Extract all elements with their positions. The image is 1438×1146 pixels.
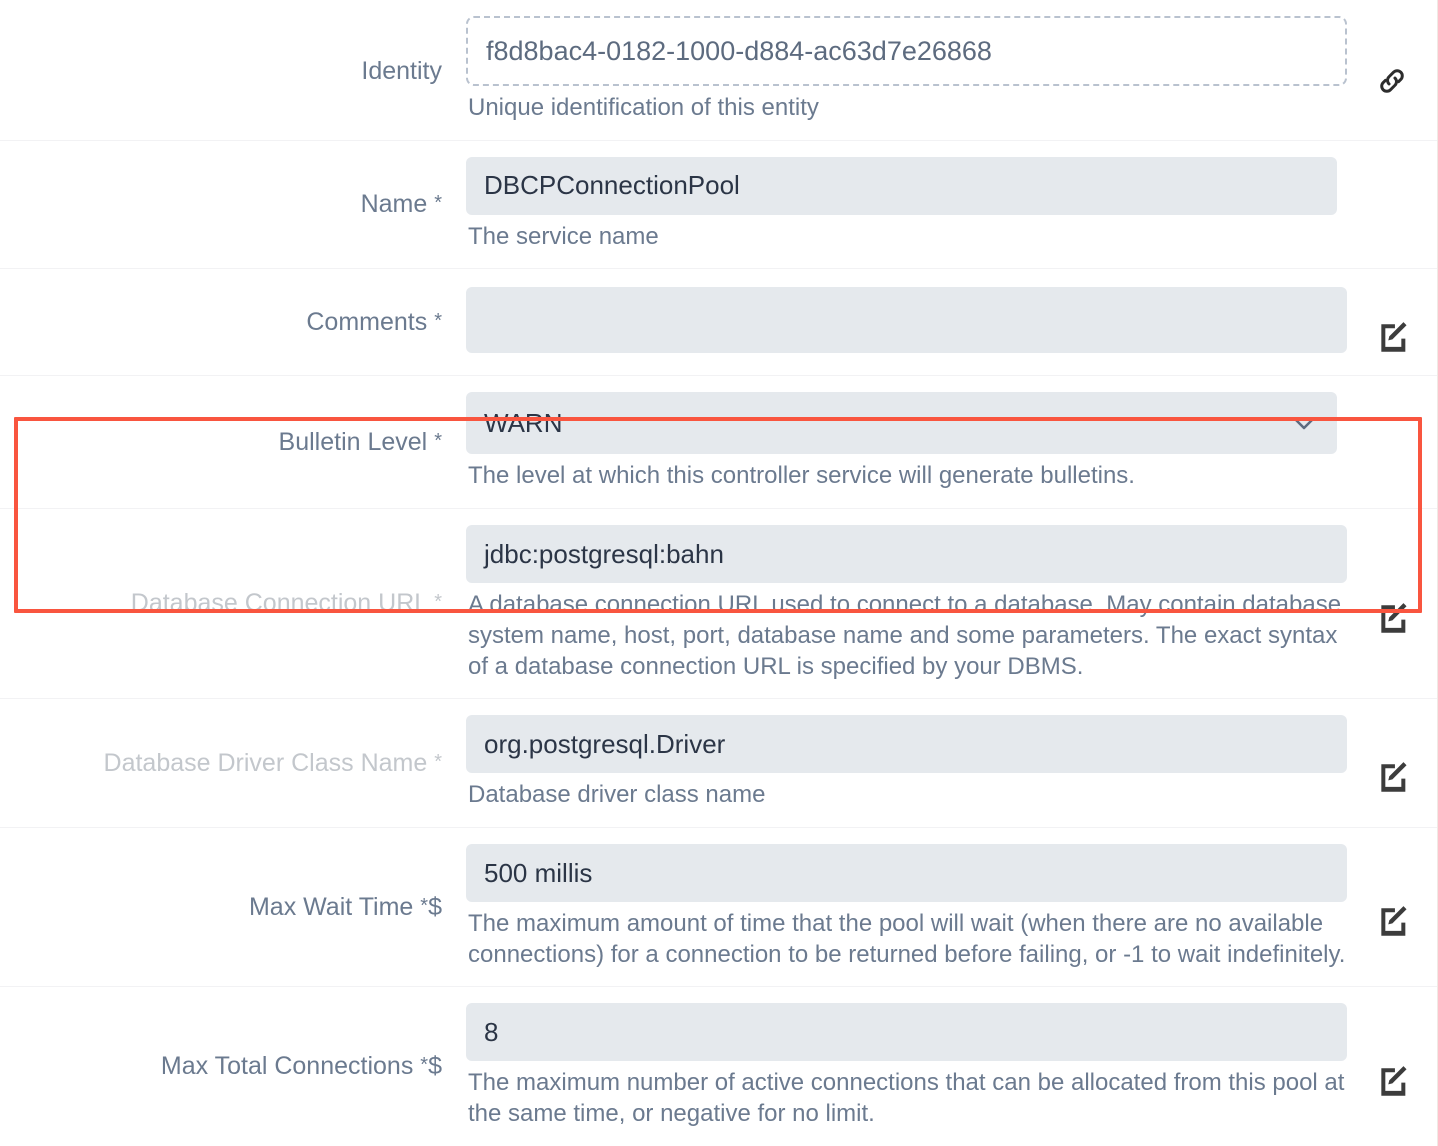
expression-language-marker: $ bbox=[428, 1052, 442, 1081]
property-row-name: Name * DBCPConnectionPool The service name bbox=[0, 140, 1437, 270]
required-marker: * bbox=[434, 591, 442, 614]
input-value: 500 millis bbox=[484, 857, 593, 888]
property-action-cell-name bbox=[1347, 192, 1437, 218]
value-inner: jdbc:postgresql:bahn A database connectio… bbox=[466, 509, 1347, 698]
property-action-cell-bulletin-level bbox=[1347, 429, 1437, 455]
input-value: org.postgresql.Driver bbox=[484, 728, 726, 759]
property-row-identity: Identity f8d8bac4-0182-1000-d884-ac63d7e2… bbox=[0, 0, 1437, 141]
edit-icon[interactable] bbox=[1375, 319, 1409, 353]
property-input-name[interactable]: DBCPConnectionPool bbox=[466, 156, 1337, 215]
input-value: jdbc:postgresql:bahn bbox=[484, 538, 724, 569]
label-text: Bulletin Level bbox=[278, 427, 428, 456]
value-inner bbox=[466, 269, 1347, 375]
property-row-max-total-connections: Max Total Connections *$ 8 The maximum num… bbox=[0, 987, 1437, 1146]
required-marker: * bbox=[420, 1054, 429, 1077]
property-input-max-total-connections[interactable]: 8 bbox=[466, 1003, 1347, 1062]
required-marker: * bbox=[420, 894, 429, 917]
property-row-database-connection-url: Database Connection URL * jdbc:postgresql… bbox=[0, 509, 1437, 700]
property-label-max-wait-time: Max Wait Time *$ bbox=[0, 892, 466, 923]
property-value-cell-database-connection-url: jdbc:postgresql:bahn A database connectio… bbox=[466, 509, 1347, 698]
chevron-down-icon[interactable] bbox=[1289, 408, 1319, 438]
property-action-cell-max-total-connections bbox=[1347, 1037, 1437, 1097]
property-input-max-wait-time[interactable]: 500 millis bbox=[466, 844, 1347, 903]
property-row-bulletin-level: Bulletin Level * WARN The level at which t… bbox=[0, 376, 1437, 510]
property-label-database-connection-url: Database Connection URL * bbox=[0, 588, 466, 619]
property-description-name: The service name bbox=[468, 222, 659, 250]
property-label-database-driver-class-name: Database Driver Class Name * bbox=[0, 748, 466, 779]
property-row-database-driver-class-name: Database Driver Class Name * org.postgres… bbox=[0, 699, 1437, 829]
value-inner: f8d8bac4-0182-1000-d884-ac63d7e26868 Uniq… bbox=[466, 0, 1347, 140]
edit-icon[interactable] bbox=[1375, 600, 1409, 634]
edit-icon[interactable] bbox=[1375, 903, 1409, 937]
property-description-identity: Unique identification of this entity bbox=[468, 94, 819, 121]
property-action-cell-max-wait-time bbox=[1347, 877, 1437, 937]
property-description-database-connection-url: A database connection URL used to connec… bbox=[468, 591, 1342, 680]
label-text: Max Total Connections bbox=[160, 1052, 414, 1081]
property-row-comments: Comments * bbox=[0, 269, 1437, 377]
required-marker: * bbox=[434, 750, 442, 773]
expression-language-marker: $ bbox=[428, 892, 442, 921]
property-input-bulletin-level[interactable]: WARN bbox=[466, 392, 1337, 455]
value-inner: 8 The maximum number of active connection… bbox=[466, 987, 1347, 1145]
label-text: Database Driver Class Name bbox=[103, 748, 428, 777]
value-inner: WARN The level at which this controller s… bbox=[466, 376, 1347, 508]
input-value: f8d8bac4-0182-1000-d884-ac63d7e26868 bbox=[486, 35, 992, 66]
label-text: Comments bbox=[306, 307, 428, 336]
property-action-cell-database-driver-class-name bbox=[1347, 733, 1437, 793]
property-value-cell-comments bbox=[466, 269, 1347, 375]
property-value-cell-identity: f8d8bac4-0182-1000-d884-ac63d7e26868 Uniq… bbox=[466, 0, 1347, 140]
property-value-cell-max-wait-time: 500 millis The maximum amount of time tha… bbox=[466, 828, 1347, 986]
label-text: Name bbox=[360, 189, 428, 218]
property-input-identity[interactable]: f8d8bac4-0182-1000-d884-ac63d7e26868 bbox=[466, 16, 1347, 86]
property-description-max-wait-time: The maximum amount of time that the pool… bbox=[468, 910, 1346, 968]
property-label-name: Name * bbox=[0, 189, 466, 220]
property-description-bulletin-level: The level at which this controller servi… bbox=[468, 462, 1135, 490]
property-action-cell-comments bbox=[1347, 291, 1437, 353]
property-input-database-connection-url[interactable]: jdbc:postgresql:bahn bbox=[466, 525, 1347, 584]
property-label-comments: Comments * bbox=[0, 307, 466, 338]
required-marker: * bbox=[434, 429, 442, 452]
property-value-cell-name: DBCPConnectionPool The service name bbox=[466, 141, 1347, 269]
property-label-identity: Identity bbox=[0, 52, 466, 87]
property-input-database-driver-class-name[interactable]: org.postgresql.Driver bbox=[466, 715, 1347, 774]
required-marker: * bbox=[434, 191, 442, 214]
property-action-cell-database-connection-url bbox=[1347, 574, 1437, 634]
label-text: Max Wait Time bbox=[248, 892, 414, 921]
input-value: WARN bbox=[484, 407, 563, 438]
edit-icon[interactable] bbox=[1375, 759, 1409, 793]
property-description-database-driver-class-name: Database driver class name bbox=[468, 781, 766, 809]
value-inner: org.postgresql.Driver Database driver cla… bbox=[466, 699, 1347, 827]
property-row-max-wait-time: Max Wait Time *$ 500 millis The maximum am… bbox=[0, 828, 1437, 988]
property-value-cell-max-total-connections: 8 The maximum number of active connection… bbox=[466, 987, 1347, 1145]
property-input-comments[interactable] bbox=[466, 287, 1347, 354]
property-action-cell-identity bbox=[1347, 42, 1437, 98]
label-text: Database Connection URL bbox=[130, 589, 428, 618]
input-value: DBCPConnectionPool bbox=[484, 170, 740, 201]
property-value-cell-database-driver-class-name: org.postgresql.Driver Database driver cla… bbox=[466, 699, 1347, 827]
property-table: Identity f8d8bac4-0182-1000-d884-ac63d7e2… bbox=[0, 0, 1438, 1146]
input-value: 8 bbox=[484, 1016, 499, 1047]
link-icon[interactable] bbox=[1375, 64, 1409, 98]
property-description-max-total-connections: The maximum number of active connections… bbox=[468, 1069, 1345, 1128]
required-marker: * bbox=[434, 309, 442, 332]
property-value-cell-bulletin-level: WARN The level at which this controller s… bbox=[466, 376, 1347, 508]
value-inner: DBCPConnectionPool The service name bbox=[466, 141, 1347, 269]
value-inner: 500 millis The maximum amount of time tha… bbox=[466, 828, 1347, 986]
property-label-max-total-connections: Max Total Connections *$ bbox=[0, 1051, 466, 1082]
property-label-bulletin-level: Bulletin Level * bbox=[0, 427, 466, 458]
label-text: Identity bbox=[361, 57, 442, 86]
edit-icon[interactable] bbox=[1375, 1063, 1409, 1097]
